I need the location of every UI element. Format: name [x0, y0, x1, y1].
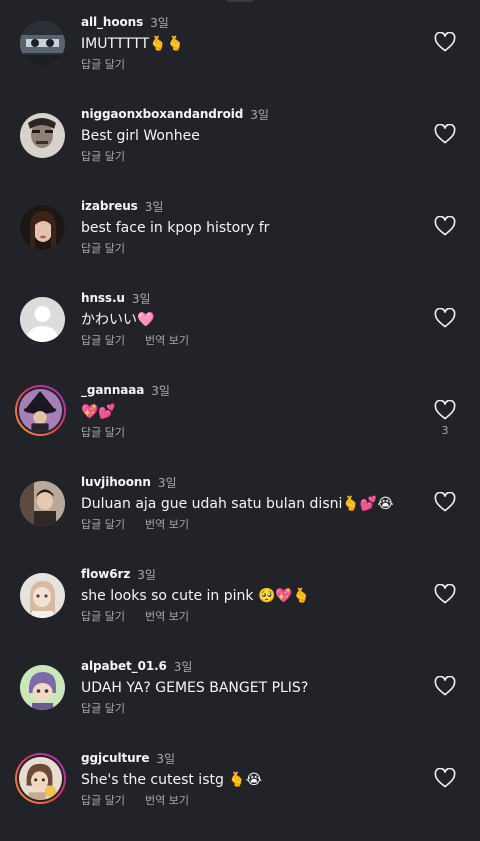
comment-item: izabreus 3일 best face in kpop history fr…: [0, 199, 480, 296]
translate-button[interactable]: 번역 보기: [145, 516, 189, 534]
reply-button[interactable]: 답글 달기: [81, 792, 125, 810]
translate-button[interactable]: 번역 보기: [145, 332, 189, 350]
comment-username[interactable]: _gannaaa: [81, 383, 144, 397]
comment-text: Duluan aja gue udah satu bulan disni🫰💕😭: [81, 496, 394, 512]
comment-text: 💖💕: [81, 404, 116, 420]
avatar-container[interactable]: [20, 21, 65, 66]
comment-time: 3일: [173, 659, 193, 674]
heart-outline-icon[interactable]: [434, 308, 456, 328]
avatar[interactable]: [20, 665, 65, 710]
default-avatar-icon[interactable]: [20, 297, 65, 342]
like-count: 3: [441, 424, 449, 437]
avatar-container[interactable]: [20, 573, 65, 618]
comment-username[interactable]: flow6rz: [81, 567, 130, 581]
avatar-container[interactable]: [20, 665, 65, 710]
reply-button[interactable]: 답글 달기: [81, 240, 125, 258]
comment-time: 3일: [150, 15, 169, 30]
reply-button[interactable]: 답글 달기: [81, 424, 125, 442]
avatar-container[interactable]: [20, 297, 65, 342]
heart-outline-icon[interactable]: [434, 400, 456, 420]
avatar[interactable]: [19, 757, 62, 800]
reply-button[interactable]: 답글 달기: [81, 516, 125, 534]
comment-text: she looks so cute in pink 🥺💖🫰: [81, 588, 311, 604]
comment-username[interactable]: luvjihoonn: [81, 475, 151, 489]
comment-time: 3일: [144, 199, 164, 214]
comment-item: alpabet_01.6 3일 UDAH YA? GEMES BANGET PL…: [0, 659, 480, 756]
heart-outline-icon[interactable]: [434, 124, 456, 144]
avatar-container[interactable]: [20, 481, 65, 526]
comment-time: 3일: [156, 751, 176, 766]
comments-screen: all_hoons 3일 IMUTTTTT🫰🫰 답글 달기 niggaonxbo…: [0, 0, 480, 841]
comment-item: ggjculture 3일 She's the cutest istg 🫰😭 답…: [0, 751, 480, 841]
reply-button[interactable]: 답글 달기: [81, 56, 125, 74]
reply-button[interactable]: 답글 달기: [81, 700, 125, 718]
comment-item: niggaonxboxandandroid 3일 Best girl Wonhe…: [0, 107, 480, 204]
avatar[interactable]: [20, 21, 65, 66]
comment-text: Best girl Wonhee: [81, 128, 200, 144]
translate-button[interactable]: 번역 보기: [145, 608, 189, 626]
avatar[interactable]: [20, 205, 65, 250]
reply-button[interactable]: 답글 달기: [81, 332, 125, 350]
comment-item: flow6rz 3일 she looks so cute in pink 🥺💖🫰…: [0, 567, 480, 664]
comment-item: luvjihoonn 3일 Duluan aja gue udah satu b…: [0, 475, 480, 572]
avatar[interactable]: [20, 113, 65, 158]
avatar-container[interactable]: [20, 205, 65, 250]
comment-time: 3일: [137, 567, 156, 582]
translate-button[interactable]: 번역 보기: [145, 792, 189, 810]
reply-button[interactable]: 답글 달기: [81, 608, 125, 626]
comment-time: 3일: [131, 291, 151, 306]
sheet-drag-handle[interactable]: [226, 0, 254, 2]
comment-item: hnss.u 3일 かわいい🩷 답글 달기 번역 보기: [0, 291, 480, 388]
comment-time: 3일: [157, 475, 177, 490]
avatar[interactable]: [20, 573, 65, 618]
comment-text: best face in kpop history fr: [81, 220, 270, 236]
story-ring[interactable]: [15, 385, 66, 436]
comment-username[interactable]: alpabet_01.6: [81, 659, 167, 673]
comment-username[interactable]: izabreus: [81, 199, 138, 213]
comment-item: _gannaaa 3일 💖💕 답글 달기 3: [0, 383, 480, 480]
heart-outline-icon[interactable]: [434, 32, 456, 52]
comment-time: 3일: [250, 107, 269, 122]
heart-outline-icon[interactable]: [434, 676, 456, 696]
reply-button[interactable]: 답글 달기: [81, 148, 125, 166]
avatar[interactable]: [20, 481, 65, 526]
avatar-container[interactable]: [20, 113, 65, 158]
story-ring[interactable]: [15, 753, 66, 804]
comment-text: UDAH YA? GEMES BANGET PLIS?: [81, 680, 309, 696]
comment-item: all_hoons 3일 IMUTTTTT🫰🫰 답글 달기: [0, 15, 480, 112]
comment-text: かわいい🩷: [81, 312, 155, 328]
heart-outline-icon[interactable]: [434, 768, 456, 788]
heart-outline-icon[interactable]: [434, 584, 456, 604]
comment-time: 3일: [151, 383, 170, 398]
comment-username[interactable]: hnss.u: [81, 291, 125, 305]
avatar[interactable]: [19, 389, 62, 432]
comment-username[interactable]: niggaonxboxandandroid: [81, 107, 243, 121]
heart-outline-icon[interactable]: [434, 492, 456, 512]
comment-username[interactable]: ggjculture: [81, 751, 150, 765]
comment-username[interactable]: all_hoons: [81, 15, 143, 29]
comment-text: IMUTTTTT🫰🫰: [81, 36, 185, 52]
heart-outline-icon[interactable]: [434, 216, 456, 236]
comment-text: She's the cutest istg 🫰😭: [81, 772, 263, 788]
